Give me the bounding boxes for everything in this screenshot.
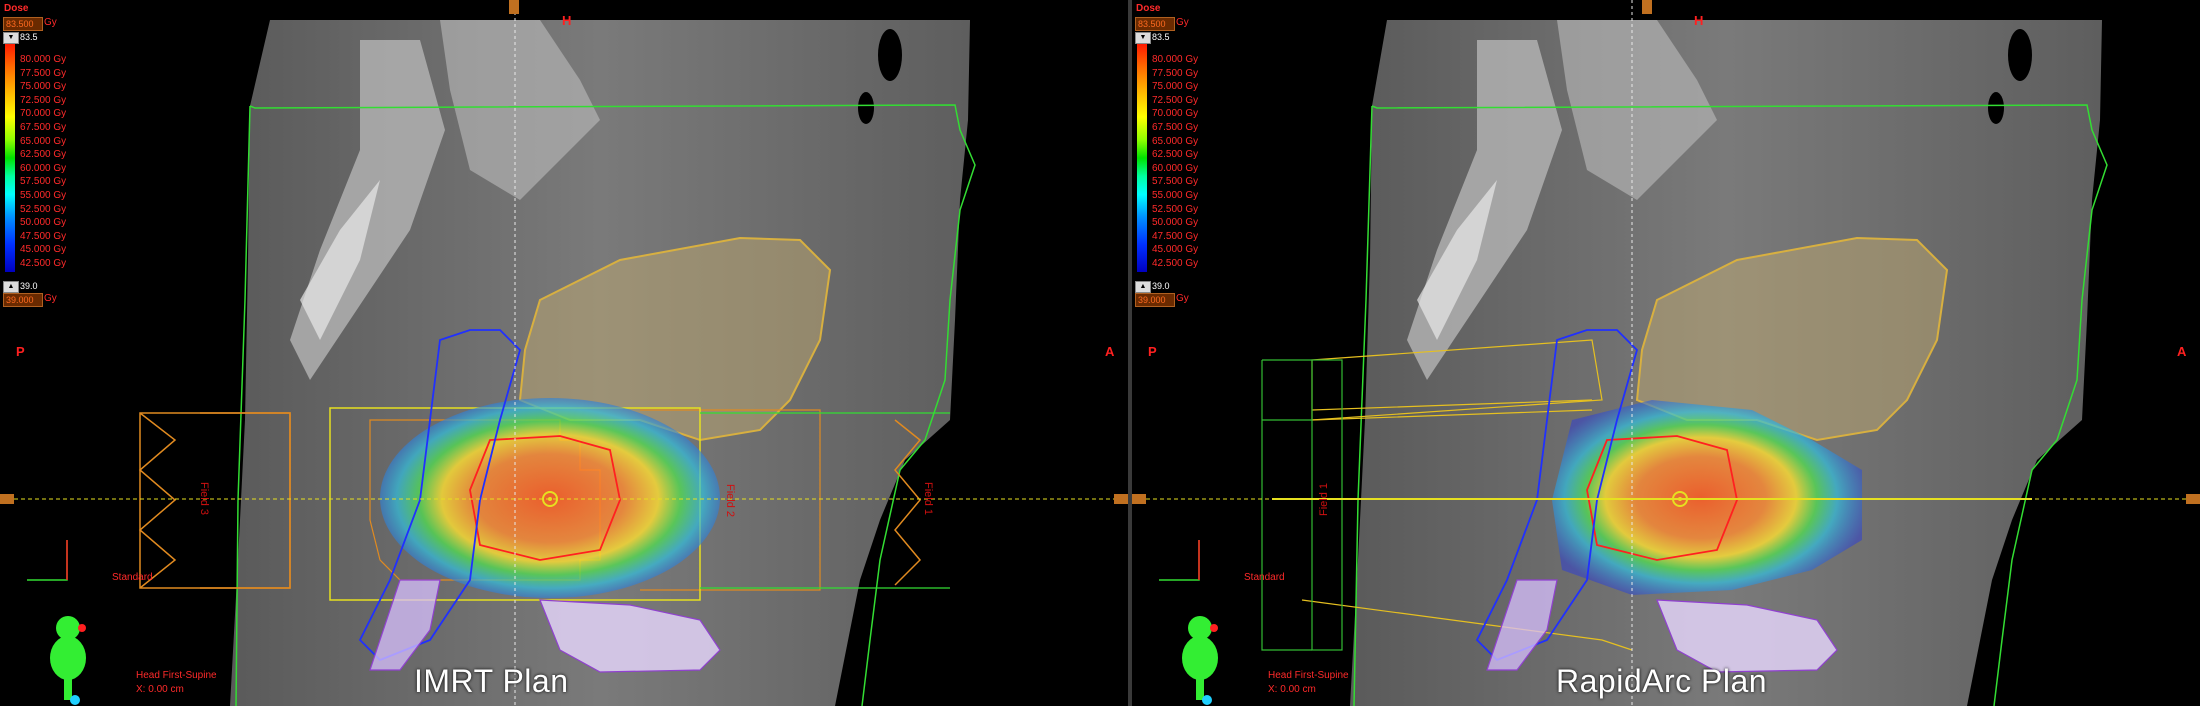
dose-level-list: 80.000 Gy 77.500 Gy 75.000 Gy 72.500 Gy … — [1152, 53, 1198, 271]
dose-unit: Gy — [1176, 17, 1189, 28]
dose-level: 62.500 Gy — [1152, 149, 1199, 161]
plan-label: RapidArc Plan — [1556, 663, 1768, 699]
field-label: Field 2 — [724, 484, 736, 518]
field-label: Field 3 — [198, 482, 210, 516]
dose-level: 47.500 Gy — [1152, 230, 1199, 242]
dose-min-value: 39.0 — [20, 281, 38, 291]
right-marker — [1114, 494, 1128, 504]
field-label: Field 1 — [922, 482, 934, 516]
dose-level: 75.000 Gy — [1152, 81, 1199, 93]
orientation-posterior-label: P — [16, 344, 25, 359]
dose-level: 75.000 Gy — [20, 81, 67, 93]
dose-unit: Gy — [44, 17, 57, 28]
ct-sagittal-image[interactable] — [1132, 0, 2200, 706]
dose-level: 55.000 Gy — [20, 189, 67, 201]
dose-level: 52.500 Gy — [20, 203, 67, 215]
patient-position-label: Head First-Supine — [1268, 670, 1349, 681]
dose-level: 72.500 Gy — [20, 94, 67, 106]
dose-max-spinner-icon[interactable]: ▼ — [1135, 32, 1151, 44]
dose-max-value: 83.5 — [1152, 32, 1170, 42]
dose-level: 50.000 Gy — [20, 217, 67, 229]
dose-level: 80.000 Gy — [20, 54, 67, 65]
dose-max-input[interactable]: 83.500 — [3, 17, 43, 31]
ct-sagittal-image[interactable] — [0, 0, 1128, 706]
viewer-panel-imrt[interactable]: Dose 83.500 Gy ▼ 83.5 80.000 Gy 77.500 G… — [0, 0, 1128, 706]
axes-indicator — [27, 540, 68, 581]
dose-unit: Gy — [1176, 293, 1189, 304]
coordinate-readout: X: 0.00 cm — [1268, 684, 1316, 695]
dose-level: 42.500 Gy — [20, 257, 67, 269]
dose-max-input[interactable]: 83.500 — [1135, 17, 1175, 31]
left-marker — [1132, 494, 1146, 504]
standard-label: Standard — [112, 572, 153, 583]
dose-min-input[interactable]: 39.000 — [1135, 293, 1175, 307]
dose-level: 57.500 Gy — [20, 176, 67, 188]
dose-max-value: 83.5 — [20, 32, 38, 42]
dose-level: 60.000 Gy — [1152, 162, 1199, 174]
right-marker — [2186, 494, 2200, 504]
dose-level: 57.500 Gy — [1152, 176, 1199, 188]
field-label: Field 1 — [1318, 482, 1330, 516]
top-marker — [509, 0, 519, 14]
dose-title: Dose — [1136, 3, 1161, 14]
dose-level: 45.000 Gy — [1152, 244, 1199, 256]
dose-max-spinner-icon[interactable]: ▼ — [3, 32, 19, 44]
orientation-posterior-label: P — [1148, 344, 1157, 359]
dose-level: 67.500 Gy — [1152, 121, 1199, 133]
standard-label: Standard — [1244, 572, 1285, 583]
axes-indicator — [1159, 540, 1200, 581]
patient-position-label: Head First-Supine — [136, 670, 217, 681]
dose-level: 45.000 Gy — [20, 244, 67, 256]
dose-level: 55.000 Gy — [1152, 189, 1199, 201]
dose-level: 52.500 Gy — [1152, 203, 1199, 215]
dose-level: 72.500 Gy — [1152, 94, 1199, 106]
patient-orientation-icon — [1182, 616, 1218, 705]
dose-level: 77.500 Gy — [20, 67, 67, 79]
left-marker — [0, 494, 14, 504]
orientation-anterior-label: A — [1105, 344, 1115, 359]
dose-level: 80.000 Gy — [1152, 54, 1199, 65]
top-marker — [1642, 0, 1652, 14]
dose-level: 50.000 Gy — [1152, 217, 1199, 229]
orientation-anterior-label: A — [2177, 344, 2187, 359]
plan-label: IMRT Plan — [414, 663, 569, 699]
dose-level: 67.500 Gy — [20, 121, 67, 133]
dose-level: 65.000 Gy — [20, 135, 67, 147]
dose-level: 60.000 Gy — [20, 162, 67, 174]
dose-colorbar — [1137, 44, 1147, 272]
dose-title: Dose — [4, 3, 29, 14]
dose-level: 65.000 Gy — [1152, 135, 1199, 147]
dose-level: 62.500 Gy — [20, 149, 67, 161]
dose-min-spinner-icon[interactable]: ▲ — [1135, 281, 1151, 293]
field-1-outline — [1261, 359, 1343, 651]
dose-level: 70.000 Gy — [1152, 108, 1199, 120]
dose-level: 42.500 Gy — [1152, 257, 1199, 269]
dose-unit: Gy — [44, 293, 57, 304]
patient-orientation-icon — [50, 616, 86, 705]
dose-colorbar — [5, 44, 15, 272]
dose-min-value: 39.0 — [1152, 281, 1170, 291]
coordinate-readout: X: 0.00 cm — [136, 684, 184, 695]
dose-level: 70.000 Gy — [20, 108, 67, 120]
viewer-panel-rapidarc[interactable]: Dose 83.500 Gy ▼ 83.5 80.000 Gy 77.500 G… — [1132, 0, 2200, 706]
dose-level-list: 80.000 Gy 77.500 Gy 75.000 Gy 72.500 Gy … — [20, 53, 66, 271]
dose-min-spinner-icon[interactable]: ▲ — [3, 281, 19, 293]
dose-level: 77.500 Gy — [1152, 67, 1199, 79]
dose-min-input[interactable]: 39.000 — [3, 293, 43, 307]
dose-level: 47.500 Gy — [20, 230, 67, 242]
orientation-head-label: H — [1694, 13, 1704, 28]
orientation-head-label: H — [562, 13, 572, 28]
